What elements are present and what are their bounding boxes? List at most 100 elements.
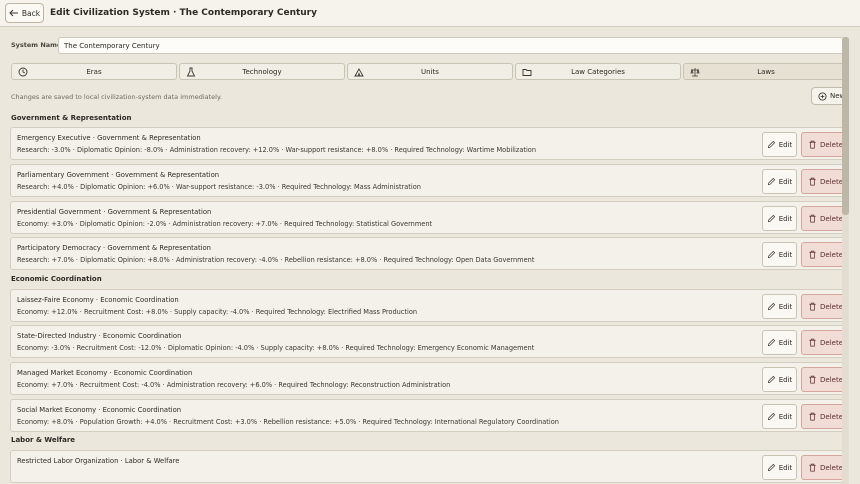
pencil-icon <box>767 412 776 421</box>
system-name-label: System Name <box>11 41 62 49</box>
delete-label: Delete <box>820 338 842 347</box>
edit-label: Edit <box>778 214 793 223</box>
delete-button[interactable]: Delete <box>801 206 842 231</box>
back-button[interactable]: Back <box>5 3 44 23</box>
edit-button[interactable]: Edit <box>762 455 797 480</box>
clock-icon <box>18 67 28 77</box>
section-title: Government & Representation <box>11 114 132 122</box>
law-detail: Research: +4.0% · Diplomatic Opinion: +6… <box>17 183 421 191</box>
delete-button[interactable]: Delete <box>801 330 842 355</box>
law-card: Presidential Government · Government & R… <box>10 201 842 234</box>
delete-button[interactable]: Delete <box>801 455 842 480</box>
edit-button[interactable]: Edit <box>762 330 797 355</box>
pencil-icon <box>767 214 776 223</box>
header-bar: Back Edit Civilization System · The Cont… <box>0 0 860 27</box>
scale-icon <box>690 67 700 77</box>
delete-label: Delete <box>820 463 842 472</box>
edit-button[interactable]: Edit <box>762 169 797 194</box>
back-label: Back <box>21 8 41 18</box>
system-name-input[interactable] <box>58 37 842 54</box>
law-card: Parliamentary Government · Government & … <box>10 164 842 197</box>
law-title: Restricted Labor Organization · Labor & … <box>17 457 180 465</box>
pencil-icon <box>767 463 776 472</box>
law-card: Emergency Executive · Government & Repre… <box>10 127 842 160</box>
tab-laws[interactable]: Laws <box>683 63 842 80</box>
edit-label: Edit <box>778 302 793 311</box>
pencil-icon <box>767 177 776 186</box>
trash-icon <box>808 463 817 472</box>
trash-icon <box>808 338 817 347</box>
main-content: System Name Eras Technology Units Law Ca… <box>0 27 842 484</box>
delete-label: Delete <box>820 214 842 223</box>
law-detail: Economy: +7.0% · Recruitment Cost: -4.0%… <box>17 381 451 389</box>
law-title: Emergency Executive · Government & Repre… <box>17 134 201 142</box>
new-law-button[interactable]: New <box>811 87 842 105</box>
law-detail: Research: -3.0% · Diplomatic Opinion: -8… <box>17 146 537 154</box>
save-note: Changes are saved to local civilization-… <box>11 93 222 101</box>
delete-label: Delete <box>820 140 842 149</box>
edit-button[interactable]: Edit <box>762 242 797 267</box>
law-title: Social Market Economy · Economic Coordin… <box>17 406 182 414</box>
law-title: Laissez-Faire Economy · Economic Coordin… <box>17 296 179 304</box>
law-detail: Economy: -3.0% · Recruitment Cost: -12.0… <box>17 344 535 352</box>
edit-label: Edit <box>778 412 793 421</box>
folder-icon <box>522 67 532 77</box>
edit-label: Edit <box>778 177 793 186</box>
law-detail: Economy: +8.0% · Population Growth: +4.0… <box>17 418 559 426</box>
tab-law-categories[interactable]: Law Categories <box>515 63 681 80</box>
delete-button[interactable]: Delete <box>801 132 842 157</box>
tab-eras[interactable]: Eras <box>11 63 177 80</box>
pencil-icon <box>767 302 776 311</box>
law-card: Participatory Democracy · Government & R… <box>10 237 842 270</box>
law-title: Parliamentary Government · Government & … <box>17 171 220 179</box>
trash-icon <box>808 140 817 149</box>
back-arrow-icon <box>9 9 19 17</box>
law-title: Managed Market Economy · Economic Coordi… <box>17 369 193 377</box>
tab-label: Technology <box>242 67 282 76</box>
plus-circle-icon <box>818 91 827 101</box>
delete-label: Delete <box>820 375 842 384</box>
pencil-icon <box>767 338 776 347</box>
law-detail: Economy: +3.0% · Diplomatic Opinion: -2.… <box>17 220 433 228</box>
delete-label: Delete <box>820 177 842 186</box>
delete-button[interactable]: Delete <box>801 367 842 392</box>
delete-button[interactable]: Delete <box>801 169 842 194</box>
flask-icon <box>186 67 196 77</box>
trash-icon <box>808 412 817 421</box>
delete-button[interactable]: Delete <box>801 294 842 319</box>
tab-label: Law Categories <box>571 67 625 76</box>
edit-label: Edit <box>778 338 793 347</box>
pencil-icon <box>767 140 776 149</box>
edit-label: Edit <box>778 375 793 384</box>
edit-label: Edit <box>778 463 793 472</box>
delete-label: Delete <box>820 250 842 259</box>
tab-units[interactable]: Units <box>347 63 513 80</box>
edit-button[interactable]: Edit <box>762 367 797 392</box>
tab-label: Laws <box>757 67 775 76</box>
tab-technology[interactable]: Technology <box>179 63 345 80</box>
pencil-icon <box>767 375 776 384</box>
delete-button[interactable]: Delete <box>801 242 842 267</box>
trash-icon <box>808 214 817 223</box>
delete-label: Delete <box>820 412 842 421</box>
section-title: Economic Coordination <box>11 275 102 283</box>
edit-button[interactable]: Edit <box>762 294 797 319</box>
edit-button[interactable]: Edit <box>762 132 797 157</box>
trash-icon <box>808 250 817 259</box>
law-title: Participatory Democracy · Government & R… <box>17 244 211 252</box>
law-card: State-Directed Industry · Economic Coord… <box>10 325 842 358</box>
edit-label: Edit <box>778 140 793 149</box>
law-card: Managed Market Economy · Economic Coordi… <box>10 362 842 395</box>
law-title: State-Directed Industry · Economic Coord… <box>17 332 182 340</box>
tab-label: Units <box>421 67 439 76</box>
edit-button[interactable]: Edit <box>762 404 797 429</box>
pencil-icon <box>767 250 776 259</box>
scrollbar-thumb[interactable] <box>842 37 849 215</box>
law-card: Social Market Economy · Economic Coordin… <box>10 399 842 432</box>
edit-label: Edit <box>778 250 793 259</box>
new-label: New <box>830 92 842 100</box>
delete-button[interactable]: Delete <box>801 404 842 429</box>
edit-button[interactable]: Edit <box>762 206 797 231</box>
tent-icon <box>354 67 364 77</box>
law-title: Presidential Government · Government & R… <box>17 208 212 216</box>
